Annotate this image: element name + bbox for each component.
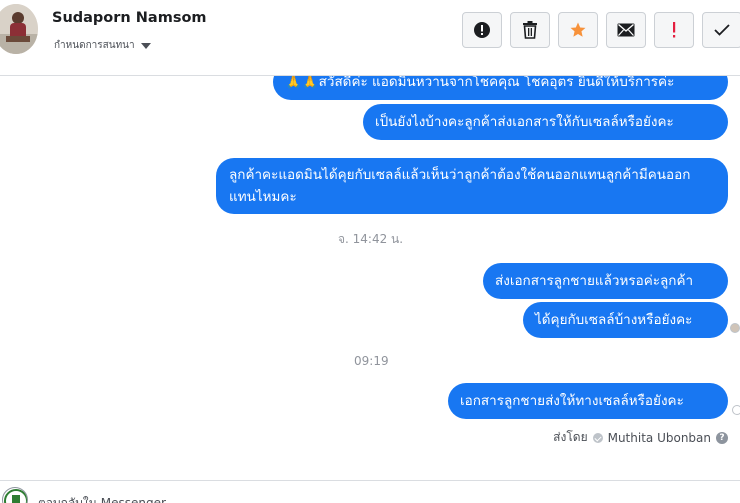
verified-check-icon — [592, 432, 603, 443]
delivered-indicator-icon — [732, 405, 740, 415]
mark-done-button[interactable] — [702, 12, 740, 48]
contact-name[interactable]: Sudaporn Namsom — [52, 10, 207, 26]
seen-avatar — [730, 323, 740, 333]
message-bubble[interactable]: ส่งเอกสารลูกชายแล้วหรอค่ะลูกค้า — [483, 263, 728, 299]
message-bubble[interactable]: เป็นยังไงบ้างคะลูกค้าส่งเอกสารให้กับเซลล… — [363, 104, 728, 140]
message-bubble[interactable]: ลูกค้าคะแอดมินได้คุยกับเซลล์แล้วเห็นว่าล… — [216, 158, 728, 214]
message-thread[interactable]: 🙏🙏สวัสดีค่ะ แอดมินหวานจากโชคคุณ โชคอุตร … — [0, 76, 740, 480]
reply-footer: ตอบกลับใน Messenger — [0, 480, 740, 503]
exclamation-icon — [673, 22, 676, 38]
spam-icon — [474, 22, 490, 38]
chevron-down-icon — [140, 42, 151, 49]
message-timestamp: 09:19 — [354, 354, 389, 368]
conversation-label-dropdown[interactable]: กำหนดการสนทนา — [54, 38, 151, 53]
trash-icon — [523, 21, 537, 39]
message-timestamp: จ. 14:42 น. — [338, 232, 404, 246]
message-bubble[interactable]: 🙏🙏สวัสดีค่ะ แอดมินหวานจากโชคคุณ โชคอุตร … — [273, 76, 728, 100]
delete-button[interactable] — [510, 12, 550, 48]
follow-up-button[interactable] — [654, 12, 694, 48]
mail-icon — [617, 23, 635, 37]
sent-by-info: ส่งโดย Muthita Ubonban ? — [553, 428, 728, 447]
mark-unread-button[interactable] — [606, 12, 646, 48]
conversation-label-text: กำหนดการสนทนา — [54, 40, 135, 51]
message-bubble[interactable]: เอกสารลูกชายส่งให้ทางเซลล์หรือยังคะ — [448, 383, 728, 419]
mark-spam-button[interactable] — [462, 12, 502, 48]
sent-by-name[interactable]: Muthita Ubonban — [608, 431, 711, 445]
conversation-header: Sudaporn Namsom กำหนดการสนทนา — [0, 0, 740, 76]
header-toolbar — [462, 12, 740, 48]
message-bubble[interactable]: ได้คุยกับเซลล์บ้างหรือยังคะ — [523, 302, 728, 338]
reply-in-messenger-link[interactable]: ตอบกลับใน Messenger — [38, 494, 166, 503]
help-icon[interactable]: ? — [716, 431, 728, 444]
contact-avatar[interactable] — [0, 4, 38, 54]
check-icon — [714, 24, 730, 36]
sent-by-label: ส่งโดย — [553, 430, 588, 444]
star-button[interactable] — [558, 12, 598, 48]
star-icon — [570, 22, 586, 37]
page-avatar — [2, 487, 28, 503]
